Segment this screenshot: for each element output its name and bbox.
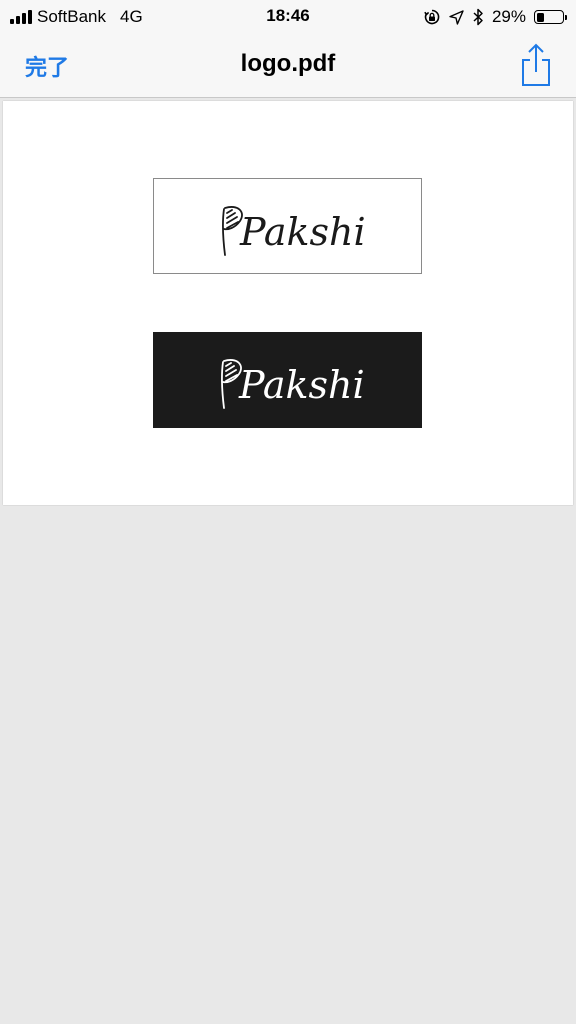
- location-arrow-icon: [449, 9, 464, 25]
- battery-fill: [536, 12, 544, 22]
- document-title: logo.pdf: [240, 50, 336, 77]
- bluetooth-icon: [473, 8, 483, 26]
- battery-cap: [565, 15, 567, 20]
- battery-percent: 29%: [491, 7, 526, 26]
- logo-dark-version: Pakshin: [153, 332, 422, 428]
- pakshin-wordmark-dark: Pakshin: [221, 359, 365, 409]
- nav-bar: 完了 logo.pdf: [0, 34, 576, 98]
- share-button[interactable]: [518, 42, 554, 88]
- status-bar: SoftBank 4G 18:46 29%: [0, 0, 576, 34]
- wordmark-text-light: Pakshin: [239, 210, 366, 254]
- rotation-lock-icon: [424, 9, 440, 25]
- pdf-page: Pakshin Pakshin: [3, 101, 573, 505]
- battery-icon: [534, 10, 567, 24]
- status-right: 29%: [423, 6, 567, 28]
- wordmark-text-dark: Pakshin: [238, 363, 365, 407]
- pakshin-wordmark-light: Pakshin: [222, 206, 366, 256]
- logo-light-version: Pakshin: [153, 178, 422, 274]
- share-icon: [522, 43, 550, 86]
